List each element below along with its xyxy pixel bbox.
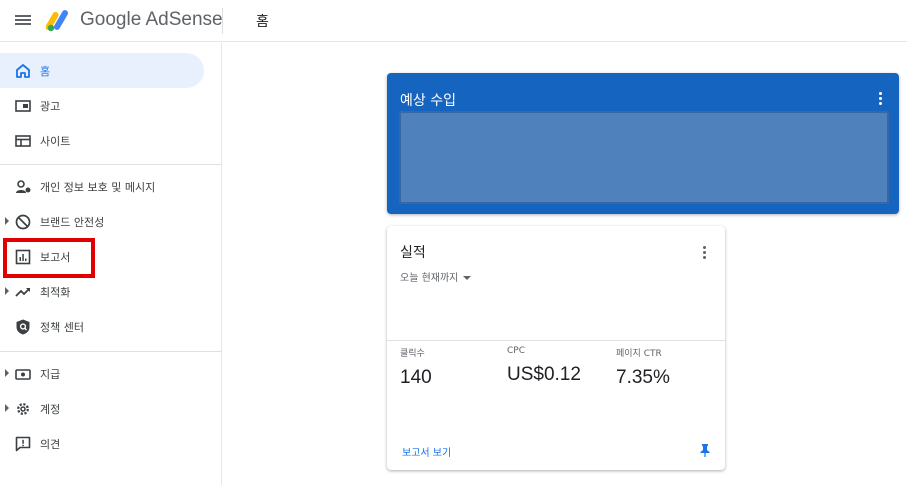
block-icon [15, 214, 31, 230]
sidebar-item-label: 홈 [40, 65, 51, 78]
metric-value: 7.35% [616, 367, 670, 388]
menu-icon [15, 15, 31, 17]
metric-label: CPC [507, 346, 525, 356]
sidebar-item-label: 계정 [40, 403, 61, 416]
header-divider [222, 8, 223, 34]
sidebar-divider [0, 351, 222, 352]
feedback-icon [15, 436, 31, 452]
metric-value: 140 [400, 367, 432, 388]
sites-icon [15, 135, 31, 147]
sidebar-item-optimization[interactable]: 최적화 [0, 274, 204, 309]
dropdown-arrow-icon [463, 276, 472, 280]
sidebar-item-label: 최적화 [40, 286, 71, 299]
expand-caret-icon[interactable] [5, 287, 9, 295]
page-title: 홈 [256, 14, 269, 30]
metric-page-ctr: 페이지 CTR 7.35% [616, 346, 670, 389]
payments-icon [15, 369, 31, 380]
sidebar-item-ads[interactable]: 광고 [0, 88, 204, 123]
sidebar-item-home[interactable]: 홈 [0, 53, 204, 88]
sidebar-item-sites[interactable]: 사이트 [0, 123, 204, 158]
sidebar-item-label: 개인 정보 보호 및 메시지 [40, 181, 156, 194]
sidebar-divider [0, 164, 222, 165]
metric-label: 클릭수 [400, 349, 425, 359]
metric-label: 페이지 CTR [616, 349, 662, 359]
metric-cpc: CPC US$0.12 [507, 346, 581, 386]
sidebar-item-label: 브랜드 안전성 [40, 216, 105, 229]
expand-caret-icon[interactable] [5, 404, 9, 412]
metric-clicks: 클릭수 140 [400, 346, 432, 389]
privacy-messaging-icon [16, 180, 31, 193]
pin-icon[interactable] [699, 443, 711, 457]
main-menu-button[interactable] [13, 13, 33, 29]
trending-up-icon [15, 288, 30, 297]
sidebar-item-account[interactable]: 계정 [0, 391, 204, 426]
metric-value: US$0.12 [507, 364, 581, 385]
highlight-box [3, 238, 95, 278]
sidebar-item-feedback[interactable]: 의견 [0, 426, 204, 461]
sidebar-item-label: 사이트 [40, 135, 71, 148]
sidebar-item-label: 광고 [40, 100, 61, 113]
sidebar-item-privacy-messaging[interactable]: 개인 정보 보호 및 메시지 [0, 169, 204, 204]
policy-center-icon [16, 319, 30, 335]
top-app-bar: Google AdSense 홈 [0, 0, 907, 42]
sidebar-item-policy-center[interactable]: 정책 센터 [0, 309, 204, 344]
expand-caret-icon[interactable] [5, 217, 9, 225]
sidebar-item-label: 의견 [40, 438, 61, 451]
estimated-earnings-card: 예상 수입 [387, 73, 899, 214]
date-range-dropdown[interactable]: 오늘 현재까지 [400, 269, 472, 284]
adsense-logo-icon[interactable] [46, 8, 72, 32]
more-options-icon[interactable] [703, 246, 707, 260]
ads-icon [15, 100, 31, 112]
sidebar-item-label: 지급 [40, 368, 61, 381]
card-title: 실적 [400, 245, 426, 261]
sidebar-item-label: 정책 센터 [40, 321, 84, 334]
gear-icon [17, 403, 29, 415]
home-icon [16, 64, 30, 78]
view-report-link[interactable]: 보고서 보기 [402, 444, 451, 459]
redacted-earnings-area [399, 111, 889, 204]
sidebar-item-brand-safety[interactable]: 브랜드 안전성 [0, 204, 204, 239]
performance-card: 실적 오늘 현재까지 클릭수 140 CPC US$0.12 페이지 CTR 7… [387, 226, 725, 470]
sidebar-item-payments[interactable]: 지급 [0, 356, 204, 391]
card-title: 예상 수입 [400, 93, 456, 109]
expand-caret-icon[interactable] [5, 369, 9, 377]
more-options-icon[interactable] [879, 92, 883, 106]
product-name[interactable]: Google AdSense [80, 9, 223, 31]
card-divider [387, 340, 725, 341]
